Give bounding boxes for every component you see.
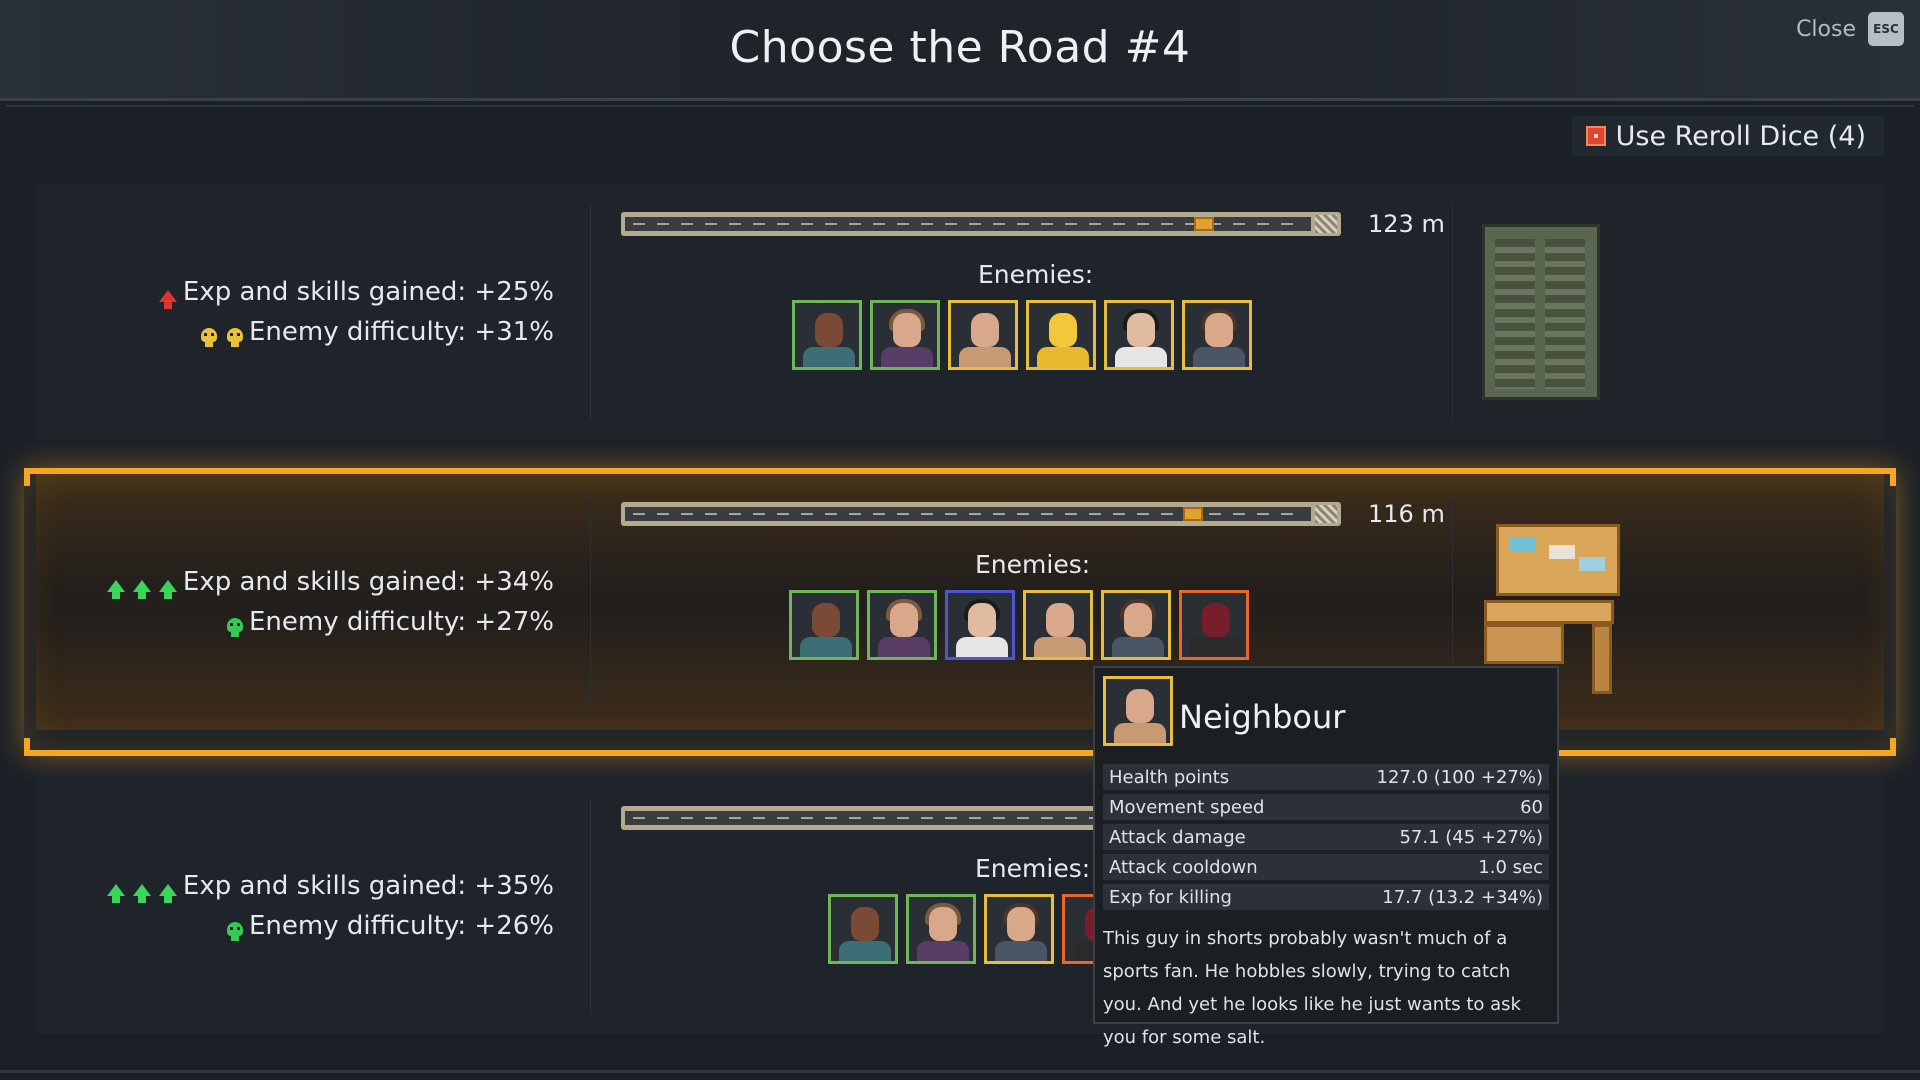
- progress-marker-icon: [1194, 217, 1214, 231]
- skull-icon: [226, 618, 243, 637]
- exp-up-arrow-icon: [106, 580, 125, 599]
- exp-gain-line: Exp and skills gained: +34%: [105, 562, 554, 602]
- stat-row: Health points 127.0 (100 +27%): [1103, 764, 1549, 790]
- stat-row: Attack damage 57.1 (45 +27%): [1103, 824, 1549, 850]
- exp-up-arrow-icon: [158, 580, 177, 599]
- finish-flag-icon: [1315, 505, 1337, 523]
- difficulty-text: Enemy difficulty: +27%: [248, 607, 554, 637]
- stat-row: Attack cooldown 1.0 sec: [1103, 854, 1549, 880]
- enemy-portrait-man[interactable]: [1182, 300, 1252, 370]
- bottom-divider: [0, 1070, 1920, 1073]
- tooltip-description: This guy in shorts probably wasn't much …: [1103, 928, 1521, 1048]
- exp-gain-line: Exp and skills gained: +25%: [157, 272, 554, 312]
- road-option-2[interactable]: Exp and skills gained: +34% Enemy diffic…: [36, 474, 1884, 730]
- enemy-portrait-neighbour[interactable]: [948, 300, 1018, 370]
- progress-marker-icon: [1183, 507, 1203, 521]
- exp-gain-text: Exp and skills gained: +34%: [182, 567, 554, 597]
- header-divider: [6, 105, 1914, 107]
- exp-up-arrow-icon: [132, 884, 151, 903]
- exp-up-arrow-icon: [158, 290, 177, 309]
- difficulty-line: Enemy difficulty: +31%: [157, 312, 554, 352]
- skull-icon: [226, 922, 243, 941]
- difficulty-line: Enemy difficulty: +27%: [105, 602, 554, 642]
- road-distance: 123 m: [1368, 210, 1445, 238]
- exp-up-arrow-icon: [132, 580, 151, 599]
- locker-icon: [1482, 224, 1600, 400]
- exp-up-arrow-icon: [106, 884, 125, 903]
- tooltip-portrait-icon: [1103, 676, 1173, 746]
- road-progress-track: [621, 502, 1341, 526]
- enemy-portrait-woman[interactable]: [867, 590, 937, 660]
- enemy-portrait-thug[interactable]: [828, 894, 898, 964]
- enemies-label: Enemies:: [975, 854, 1091, 883]
- exp-gain-text: Exp and skills gained: +25%: [182, 277, 554, 307]
- enemy-portrait-thug[interactable]: [792, 300, 862, 370]
- header-bar: Choose the Road #4 Close ESC: [0, 0, 1920, 101]
- enemy-portrait-masked[interactable]: [1179, 590, 1249, 660]
- difficulty-text: Enemy difficulty: +26%: [248, 911, 554, 941]
- column-divider: [590, 494, 591, 710]
- tooltip-stats-table: Health points 127.0 (100 +27%) Movement s…: [1103, 764, 1549, 914]
- enemy-list: [828, 894, 1132, 964]
- exp-gain-line: Exp and skills gained: +35%: [105, 866, 554, 906]
- road-stats: Exp and skills gained: +35% Enemy diffic…: [105, 866, 554, 946]
- enemy-portrait-man[interactable]: [984, 894, 1054, 964]
- road-progress-track: [621, 212, 1341, 236]
- enemy-portrait-woman[interactable]: [870, 300, 940, 370]
- esc-key-icon: ESC: [1868, 12, 1904, 46]
- exp-gain-text: Exp and skills gained: +35%: [182, 871, 554, 901]
- close-button[interactable]: Close ESC: [1796, 12, 1904, 46]
- column-divider: [1452, 204, 1453, 420]
- column-divider: [590, 204, 591, 420]
- dice-icon: [1585, 126, 1606, 146]
- reroll-label: Use Reroll Dice (4): [1615, 120, 1866, 152]
- road-option-3[interactable]: Exp and skills gained: +35% Enemy diffic…: [36, 778, 1884, 1034]
- close-label: Close: [1796, 16, 1856, 42]
- enemy-portrait-hazmat[interactable]: [1026, 300, 1096, 370]
- enemy-list: [792, 300, 1252, 370]
- road-option-1[interactable]: Exp and skills gained: +25% Enemy diffic…: [36, 184, 1884, 440]
- road-stats: Exp and skills gained: +25% Enemy diffic…: [157, 272, 554, 352]
- skull-icon: [200, 328, 217, 347]
- enemy-portrait-dark-hair[interactable]: [1104, 300, 1174, 370]
- enemy-tooltip: Neighbour Health points 127.0 (100 +27%) …: [1093, 666, 1559, 1048]
- exp-up-arrow-icon: [158, 884, 177, 903]
- enemy-portrait-neighbour[interactable]: [1023, 590, 1093, 660]
- reroll-dice-button[interactable]: Use Reroll Dice (4): [1571, 116, 1884, 156]
- stat-row: Exp for killing 17.7 (13.2 +34%): [1103, 884, 1549, 910]
- difficulty-line: Enemy difficulty: +26%: [105, 906, 554, 946]
- finish-flag-icon: [1315, 215, 1337, 233]
- skull-icon: [226, 328, 243, 347]
- tooltip-enemy-name: Neighbour: [1179, 698, 1346, 736]
- enemies-label: Enemies:: [975, 550, 1091, 579]
- enemies-label: Enemies:: [978, 260, 1094, 289]
- enemy-portrait-man[interactable]: [1101, 590, 1171, 660]
- road-stats: Exp and skills gained: +34% Enemy diffic…: [105, 562, 554, 642]
- column-divider: [590, 798, 591, 1014]
- road-distance: 116 m: [1368, 500, 1445, 528]
- enemy-portrait-thug[interactable]: [789, 590, 859, 660]
- stat-row: Movement speed 60: [1103, 794, 1549, 820]
- enemy-portrait-dark-hair[interactable]: [945, 590, 1015, 660]
- enemy-list: [789, 590, 1249, 660]
- enemy-portrait-woman[interactable]: [906, 894, 976, 964]
- page-title: Choose the Road #4: [729, 22, 1191, 73]
- difficulty-text: Enemy difficulty: +31%: [248, 317, 554, 347]
